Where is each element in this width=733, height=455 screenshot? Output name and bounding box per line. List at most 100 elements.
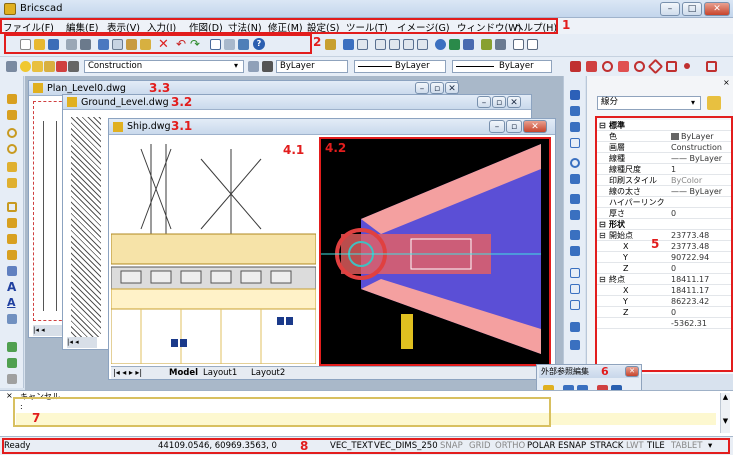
line-icon[interactable] — [7, 94, 17, 104]
command-scrollbar[interactable]: ▲ ▼ — [720, 393, 730, 433]
stretch-icon[interactable] — [570, 122, 580, 132]
layer-print-icon[interactable] — [56, 61, 67, 72]
snap-node-icon[interactable] — [666, 61, 677, 72]
prop-start-point[interactable]: ⊟ 開始点 23773.48 — [597, 230, 731, 241]
trim-icon[interactable] — [570, 230, 580, 240]
visibility-icon[interactable] — [449, 39, 460, 50]
zoom-in-icon[interactable] — [375, 39, 386, 50]
prop-hyperlink[interactable]: ハイパーリンク — [597, 197, 731, 208]
snap-endpoint-icon[interactable] — [570, 61, 581, 72]
snap-clear-icon[interactable] — [706, 61, 717, 72]
move-icon[interactable] — [570, 90, 580, 100]
doc-close-button[interactable]: ✕ — [445, 82, 459, 94]
explode-icon[interactable] — [570, 322, 580, 332]
prop-end-y[interactable]: Y 86223.42 — [597, 296, 731, 307]
solid-icon[interactable] — [481, 39, 492, 50]
array-icon[interactable] — [570, 210, 580, 220]
region-icon[interactable] — [7, 266, 17, 276]
zoom-extents-icon[interactable] — [417, 39, 428, 50]
layer-manager-icon[interactable] — [6, 61, 17, 72]
zoom-out-icon[interactable] — [389, 39, 400, 50]
doc-minimize-button[interactable]: – — [477, 96, 491, 108]
tab-layout1[interactable]: Layout1 — [203, 368, 237, 378]
panel-close-icon[interactable]: × — [723, 78, 730, 87]
snap-tangent-icon[interactable] — [634, 61, 645, 72]
layer-dropdown[interactable]: Construction — [84, 60, 244, 73]
snap-midpoint-icon[interactable] — [586, 61, 597, 72]
prop-end-x[interactable]: X 18411.17 — [597, 285, 731, 296]
zoom-realtime-icon[interactable] — [357, 39, 368, 50]
spline-icon[interactable] — [7, 162, 17, 172]
arc-icon[interactable] — [7, 144, 17, 154]
command-line[interactable]: × キャンセル : : 7 ▲▼ — [0, 390, 733, 436]
snap-quadrant-icon[interactable] — [647, 58, 664, 75]
layer-states-icon[interactable] — [463, 39, 474, 50]
break-icon[interactable] — [570, 268, 580, 278]
edit-polyline-icon[interactable] — [570, 340, 580, 350]
tab-model[interactable]: Model — [169, 368, 198, 378]
view-icon[interactable] — [495, 39, 506, 50]
extend-icon[interactable] — [570, 246, 580, 256]
tolerance-icon[interactable] — [7, 374, 17, 384]
prop-color[interactable]: 色 ByLayer — [597, 131, 731, 142]
prop-lineweight[interactable]: 線の太さ —— ByLayer — [597, 186, 731, 197]
mtext-icon[interactable]: A — [7, 296, 16, 309]
copy-entity-icon[interactable] — [570, 106, 580, 116]
layer-freeze-icon[interactable] — [32, 61, 43, 72]
prop-delta[interactable]: -5362.31 — [597, 318, 731, 329]
circle-icon[interactable] — [7, 128, 17, 138]
xref-close-button[interactable]: ✕ — [625, 366, 639, 377]
snap-center-icon[interactable] — [602, 61, 613, 72]
ground-tab-nav[interactable]: |◂ ◂ — [67, 337, 97, 348]
select-objects-icon[interactable] — [707, 96, 721, 110]
doc-close-button[interactable]: ✕ — [523, 120, 547, 133]
plan-tab-nav[interactable]: |◂ ◂ — [33, 325, 63, 336]
chamfer-icon[interactable] — [570, 300, 580, 310]
render-icon[interactable] — [435, 39, 446, 50]
viewport-icon[interactable] — [513, 39, 524, 50]
layer-previous-icon[interactable] — [248, 61, 259, 72]
rotate-icon[interactable] — [570, 158, 580, 168]
prop-start-y[interactable]: Y 90722.94 — [597, 252, 731, 263]
prop-end-z[interactable]: Z0 — [597, 307, 731, 318]
snap-perpendicular-icon[interactable] — [618, 61, 629, 72]
pan-icon[interactable] — [343, 39, 354, 50]
close-button[interactable]: ✕ — [704, 2, 730, 16]
offset-icon[interactable] — [570, 194, 580, 204]
tab-layout2[interactable]: Layout2 — [251, 368, 285, 378]
doc-restore-button[interactable]: ▫ — [506, 120, 522, 133]
entity-type-dropdown[interactable]: 線分 — [597, 96, 701, 110]
layer-on-icon[interactable] — [20, 61, 31, 72]
doc-restore-button[interactable]: ▫ — [492, 96, 506, 108]
leader-icon[interactable] — [7, 358, 17, 368]
prop-section-geometry[interactable]: ⊟ 形状 — [597, 219, 731, 230]
dimension-icon[interactable] — [7, 342, 17, 352]
fillet-icon[interactable] — [570, 284, 580, 294]
maximize-button[interactable]: □ — [682, 2, 702, 16]
tab-nav-first[interactable]: |◂ ◂ ▸ ▸| — [113, 368, 142, 377]
table-icon[interactable] — [7, 314, 17, 324]
sketch-icon[interactable] — [325, 39, 336, 50]
prop-end-point[interactable]: ⊟ 終点 18411.17 — [597, 274, 731, 285]
prop-section-general[interactable]: ⊟ 標準 — [597, 120, 731, 131]
prop-thickness[interactable]: 厚さ 0 — [597, 208, 731, 219]
sheet-icon[interactable] — [527, 39, 538, 50]
command-close-icon[interactable]: × — [6, 391, 13, 400]
prop-start-z[interactable]: Z0 — [597, 263, 731, 274]
zoom-window-icon[interactable] — [403, 39, 414, 50]
prop-start-x[interactable]: X 23773.48 — [597, 241, 731, 252]
viewport-4-1[interactable]: 4.1 — [111, 139, 316, 364]
text-icon[interactable]: A — [7, 280, 16, 294]
doc-minimize-button[interactable]: – — [489, 120, 505, 133]
prop-linetype-scale[interactable]: 線種尺度 1 — [597, 164, 731, 175]
rectangle-icon[interactable] — [7, 202, 17, 212]
doc-close-button[interactable]: ✕ — [507, 96, 521, 108]
scale-icon[interactable] — [570, 138, 580, 148]
doc-minimize-button[interactable]: – — [415, 82, 429, 94]
minimize-button[interactable]: – — [660, 2, 680, 16]
polyline-icon[interactable] — [7, 110, 17, 120]
snap-nearest-icon[interactable] — [684, 63, 690, 69]
layer-lock-icon[interactable] — [44, 61, 55, 72]
doc-restore-button[interactable]: ▫ — [430, 82, 444, 94]
viewport-4-2[interactable]: 4.2 — [319, 137, 551, 366]
